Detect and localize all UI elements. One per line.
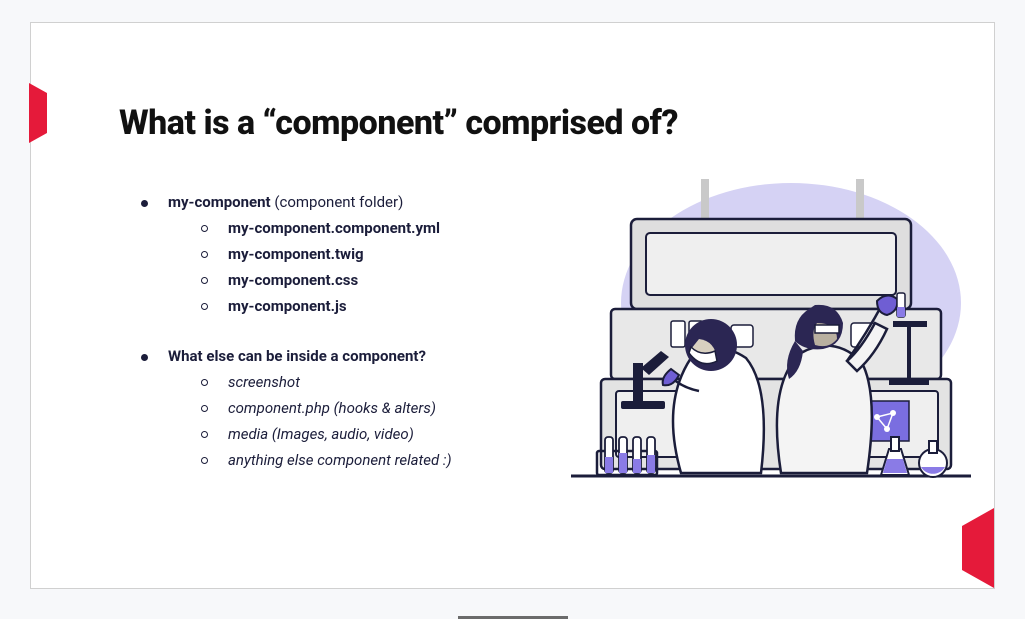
sub-text: my-component.twig xyxy=(228,245,364,263)
circle-bullet-icon xyxy=(201,431,208,438)
bullet-section-1: my-component (component folder) my-compo… xyxy=(141,193,452,315)
sub-text: media (Images, audio, video) xyxy=(228,425,414,443)
bullet-2-text: What else can be inside a component? xyxy=(168,347,426,365)
accent-shape-bottom xyxy=(946,508,994,588)
bullet-1-text: my-component (component folder) xyxy=(168,193,403,211)
circle-bullet-icon xyxy=(201,303,208,310)
sub-item: my-component.css xyxy=(201,271,452,289)
circle-bullet-icon xyxy=(201,405,208,412)
sub-text: component.php (hooks & alters) xyxy=(228,399,436,417)
sub-text: my-component.js xyxy=(228,297,347,315)
bullet-1-bold: my-component xyxy=(168,193,271,211)
circle-bullet-icon xyxy=(201,225,208,232)
bullet-section-2: What else can be inside a component? scr… xyxy=(141,347,452,469)
lab-illustration xyxy=(561,173,981,493)
sub-text: my-component.component.yml xyxy=(228,219,440,237)
circle-bullet-icon xyxy=(201,379,208,386)
sub-item: my-component.component.yml xyxy=(201,219,452,237)
sub-list-1: my-component.component.yml my-component.… xyxy=(201,219,452,315)
bullet-1: my-component (component folder) xyxy=(141,193,452,211)
bullet-1-rest: (component folder) xyxy=(271,193,404,211)
sub-item: screenshot xyxy=(201,373,452,391)
sub-item: my-component.js xyxy=(201,297,452,315)
circle-bullet-icon xyxy=(201,277,208,284)
slide-title: What is a “component” comprised of? xyxy=(119,103,678,143)
slide: What is a “component” comprised of? my-c… xyxy=(30,22,995,589)
sub-item: anything else component related :) xyxy=(201,451,452,469)
bullet-2: What else can be inside a component? xyxy=(141,347,452,365)
sub-item: my-component.twig xyxy=(201,245,452,263)
sub-item: component.php (hooks & alters) xyxy=(201,399,452,417)
content-area: my-component (component folder) my-compo… xyxy=(141,193,452,501)
bullet-2-bold: What else can be inside a component? xyxy=(168,347,426,365)
sub-list-2: screenshot component.php (hooks & alters… xyxy=(201,373,452,469)
sub-text: anything else component related :) xyxy=(228,451,452,469)
bullet-dot-icon xyxy=(141,200,148,207)
circle-bullet-icon xyxy=(201,251,208,258)
sub-item: media (Images, audio, video) xyxy=(201,425,452,443)
bullet-dot-icon xyxy=(141,354,148,361)
circle-bullet-icon xyxy=(201,457,208,464)
sub-text: screenshot xyxy=(228,373,300,391)
sub-text: my-component.css xyxy=(228,271,358,289)
accent-shape-top xyxy=(29,83,57,143)
